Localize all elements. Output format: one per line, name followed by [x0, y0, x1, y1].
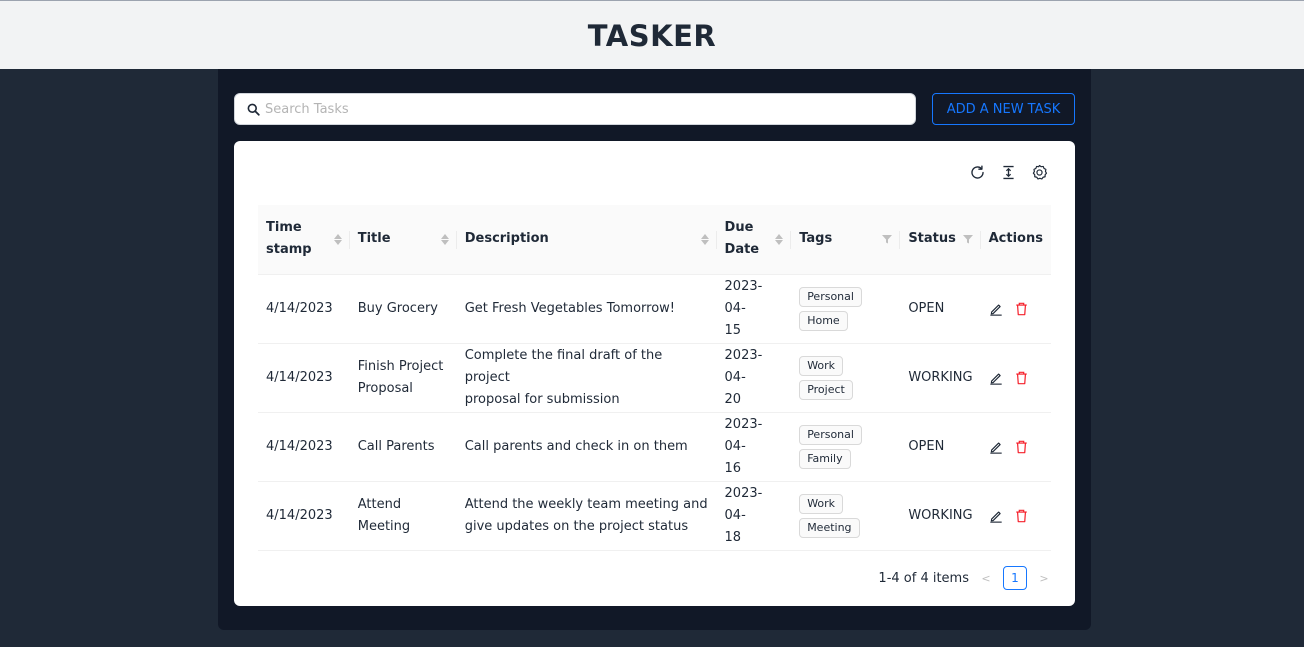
search-icon	[247, 103, 260, 116]
tag: Project	[799, 379, 853, 400]
cell-actions	[980, 343, 1051, 413]
tag: Meeting	[799, 517, 860, 538]
pagination: 1-4 of 4 items < 1 >	[878, 566, 1051, 590]
col-header-timestamp[interactable]: Time stamp	[258, 205, 350, 275]
cell-tags: Work Meeting	[791, 481, 901, 551]
col-header-description[interactable]: Description	[456, 205, 717, 275]
cell-due-date: 2023-04- 15	[716, 274, 792, 344]
edit-icon[interactable]	[989, 302, 1003, 316]
col-header-title[interactable]: Title	[349, 205, 457, 275]
settings-icon[interactable]	[1030, 163, 1049, 182]
cell-due-date: 2023-04- 18	[716, 481, 792, 551]
tag: Home	[799, 310, 848, 331]
page-1-button[interactable]: 1	[1003, 566, 1027, 590]
table-header-row: Time stamp Title Description Due Date Ta…	[258, 205, 1051, 275]
app-header: TASKER	[0, 0, 1304, 69]
task-table: Time stamp Title Description Due Date Ta…	[258, 205, 1051, 551]
delete-icon[interactable]	[1015, 509, 1028, 523]
app-title: TASKER	[587, 19, 717, 53]
cell-description: Complete the final draft of the project p…	[456, 343, 717, 413]
cell-due-date: 2023-04- 20	[716, 343, 792, 413]
filter-icon[interactable]	[882, 234, 893, 244]
main-panel: ADD A NEW TASK	[218, 69, 1091, 630]
next-page-icon[interactable]: >	[1037, 572, 1051, 585]
delete-icon[interactable]	[1015, 302, 1028, 316]
table-row: 4/14/2023 Call Parents Call parents and …	[258, 412, 1051, 482]
cell-title: Attend Meeting	[349, 481, 457, 551]
col-header-due-date[interactable]: Due Date	[716, 205, 792, 275]
task-table-card: Time stamp Title Description Due Date Ta…	[234, 141, 1075, 606]
add-task-button[interactable]: ADD A NEW TASK	[932, 93, 1075, 125]
cell-due-date: 2023-04- 16	[716, 412, 792, 482]
reload-icon[interactable]	[968, 163, 987, 182]
table-row: 4/14/2023 Finish Project Proposal Complet…	[258, 343, 1051, 413]
tag: Personal	[799, 424, 862, 445]
cell-tags: Work Project	[791, 343, 901, 413]
table-toolbar	[968, 163, 1049, 182]
cell-tags: Personal Family	[791, 412, 901, 482]
cell-timestamp: 4/14/2023	[258, 412, 350, 482]
cell-tags: Personal Home	[791, 274, 901, 344]
sort-icon[interactable]	[333, 233, 342, 245]
cell-description: Attend the weekly team meeting and give u…	[456, 481, 717, 551]
sort-icon[interactable]	[700, 233, 709, 245]
col-header-status: Status	[900, 205, 981, 275]
cell-description: Call parents and check in on them	[456, 412, 717, 482]
cell-timestamp: 4/14/2023	[258, 274, 350, 344]
tag: Work	[799, 355, 844, 376]
delete-icon[interactable]	[1015, 440, 1028, 454]
search-bar[interactable]	[234, 93, 916, 125]
tag: Family	[799, 448, 851, 469]
pagination-summary: 1-4 of 4 items	[878, 570, 969, 586]
sort-icon[interactable]	[775, 233, 784, 245]
cell-actions	[980, 481, 1051, 551]
delete-icon[interactable]	[1015, 371, 1028, 385]
tag: Work	[799, 493, 844, 514]
cell-actions	[980, 412, 1051, 482]
edit-icon[interactable]	[989, 509, 1003, 523]
table-row: 4/14/2023 Attend Meeting Attend the weekl…	[258, 481, 1051, 551]
cell-title: Buy Grocery	[349, 274, 457, 344]
cell-status: OPEN	[900, 274, 981, 344]
col-header-tags: Tags	[791, 205, 901, 275]
cell-description: Get Fresh Vegetables Tomorrow!	[456, 274, 717, 344]
tag: Personal	[799, 286, 862, 307]
cell-actions	[980, 274, 1051, 344]
sort-icon[interactable]	[440, 233, 449, 245]
cell-status: OPEN	[900, 412, 981, 482]
cell-title: Call Parents	[349, 412, 457, 482]
cell-title: Finish Project Proposal	[349, 343, 457, 413]
cell-status: WORKING	[900, 343, 981, 413]
table-row: 4/14/2023 Buy Grocery Get Fresh Vegetabl…	[258, 274, 1051, 344]
column-height-icon[interactable]	[999, 163, 1018, 182]
col-header-actions: Actions	[980, 205, 1051, 275]
filter-icon[interactable]	[962, 234, 973, 244]
cell-timestamp: 4/14/2023	[258, 343, 350, 413]
edit-icon[interactable]	[989, 371, 1003, 385]
cell-timestamp: 4/14/2023	[258, 481, 350, 551]
cell-status: WORKING	[900, 481, 981, 551]
edit-icon[interactable]	[989, 440, 1003, 454]
prev-page-icon[interactable]: <	[979, 572, 993, 585]
search-input[interactable]	[265, 101, 905, 117]
